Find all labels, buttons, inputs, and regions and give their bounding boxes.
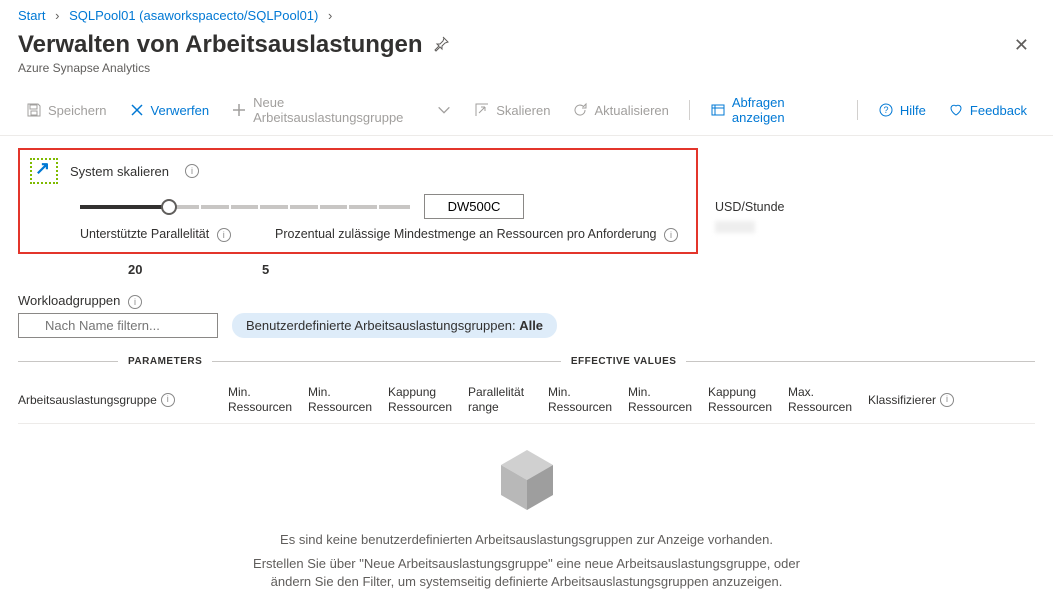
metric-min-resources-label: Prozentual zulässige Mindestmenge an Res… bbox=[275, 227, 685, 242]
filter-input[interactable] bbox=[18, 313, 218, 338]
scale-button[interactable]: Skalieren bbox=[466, 98, 558, 122]
separator bbox=[857, 100, 858, 120]
col-min-res-4: Min.Ressourcen bbox=[628, 385, 708, 415]
workload-groups-label: Workloadgruppen i bbox=[18, 293, 1035, 309]
page-subtitle: Azure Synapse Analytics bbox=[0, 59, 1053, 85]
info-icon[interactable]: i bbox=[664, 228, 678, 242]
info-icon[interactable]: i bbox=[940, 393, 954, 407]
col-max-res: Max.Ressourcen bbox=[788, 385, 868, 415]
close-icon bbox=[129, 102, 145, 118]
chevron-down-icon bbox=[436, 102, 452, 118]
col-classifier: Klassifizierer i bbox=[868, 385, 1035, 415]
info-icon[interactable]: i bbox=[217, 228, 231, 242]
scale-system-icon bbox=[30, 158, 58, 184]
pin-icon[interactable] bbox=[433, 36, 449, 55]
refresh-icon bbox=[572, 102, 588, 118]
refresh-button[interactable]: Aktualisieren bbox=[564, 98, 676, 122]
scale-slider[interactable] bbox=[80, 197, 410, 217]
save-button[interactable]: Speichern bbox=[18, 98, 115, 122]
scale-system-panel: System skalieren i Unterstützt bbox=[18, 148, 698, 254]
metric-usd-value bbox=[715, 221, 755, 233]
slider-thumb[interactable] bbox=[161, 199, 177, 215]
col-min-res-1: Min.Ressourcen bbox=[228, 385, 308, 415]
parameters-section-label: PARAMETERS bbox=[128, 356, 202, 367]
svg-text:?: ? bbox=[883, 105, 888, 115]
help-button[interactable]: ? Hilfe bbox=[870, 98, 934, 122]
page-title: Verwalten von Arbeitsauslastungen bbox=[18, 31, 423, 59]
info-icon[interactable]: i bbox=[128, 295, 142, 309]
new-group-button[interactable]: Neue Arbeitsauslastungsgruppe bbox=[223, 91, 460, 129]
close-icon[interactable]: ✕ bbox=[1008, 35, 1035, 56]
toolbar: Speichern Verwerfen Neue Arbeitsauslastu… bbox=[0, 85, 1053, 136]
col-min-res-3: Min.Ressourcen bbox=[548, 385, 628, 415]
metric-usd-label: USD/Stunde bbox=[715, 200, 784, 214]
empty-cube-icon bbox=[497, 448, 557, 513]
chevron-right-icon: › bbox=[55, 8, 59, 23]
breadcrumb-pool[interactable]: SQLPool01 (asaworkspacecto/SQLPool01) bbox=[69, 8, 318, 23]
metric-min-resources-value: 5 bbox=[262, 262, 269, 277]
breadcrumb: Start › SQLPool01 (asaworkspacecto/SQLPo… bbox=[0, 0, 1053, 27]
empty-state: Es sind keine benutzerdefinierten Arbeit… bbox=[18, 448, 1035, 592]
save-icon bbox=[26, 102, 42, 118]
heart-icon bbox=[948, 102, 964, 118]
plus-icon bbox=[231, 102, 247, 118]
scale-system-label: System skalieren bbox=[70, 164, 169, 179]
effective-section-label: EFFECTIVE VALUES bbox=[571, 356, 677, 367]
help-icon: ? bbox=[878, 102, 894, 118]
col-min-res-2: Min.Ressourcen bbox=[308, 385, 388, 415]
info-icon[interactable]: i bbox=[161, 393, 175, 407]
table-header: Arbeitsauslastungsgruppe i Min.Ressource… bbox=[18, 385, 1035, 424]
col-group: Arbeitsauslastungsgruppe i bbox=[18, 385, 228, 415]
col-cap-res-1: KappungRessourcen bbox=[388, 385, 468, 415]
col-parallel: Parallelitätrange bbox=[468, 385, 548, 415]
col-cap-res-2: KappungRessourcen bbox=[708, 385, 788, 415]
breadcrumb-start[interactable]: Start bbox=[18, 8, 45, 23]
scale-value-input[interactable] bbox=[424, 194, 524, 219]
chevron-right-icon: › bbox=[328, 8, 332, 23]
metric-parallelism-value: 20 bbox=[86, 262, 262, 277]
metric-parallelism-label: Unterstützte Parallelität i bbox=[80, 227, 275, 242]
empty-line-1: Es sind keine benutzerdefinierten Arbeit… bbox=[18, 531, 1035, 549]
section-header-row: PARAMETERS EFFECTIVE VALUES bbox=[18, 356, 1035, 367]
show-queries-button[interactable]: Abfragen anzeigen bbox=[702, 91, 845, 129]
filter-pill[interactable]: Benutzerdefinierte Arbeitsauslastungsgru… bbox=[232, 313, 557, 338]
separator bbox=[689, 100, 690, 120]
empty-line-2: Erstellen Sie über "Neue Arbeitsauslastu… bbox=[247, 555, 807, 591]
feedback-button[interactable]: Feedback bbox=[940, 98, 1035, 122]
scale-icon bbox=[474, 102, 490, 118]
queries-icon bbox=[710, 102, 726, 118]
info-icon[interactable]: i bbox=[185, 164, 199, 178]
discard-button[interactable]: Verwerfen bbox=[121, 98, 218, 122]
